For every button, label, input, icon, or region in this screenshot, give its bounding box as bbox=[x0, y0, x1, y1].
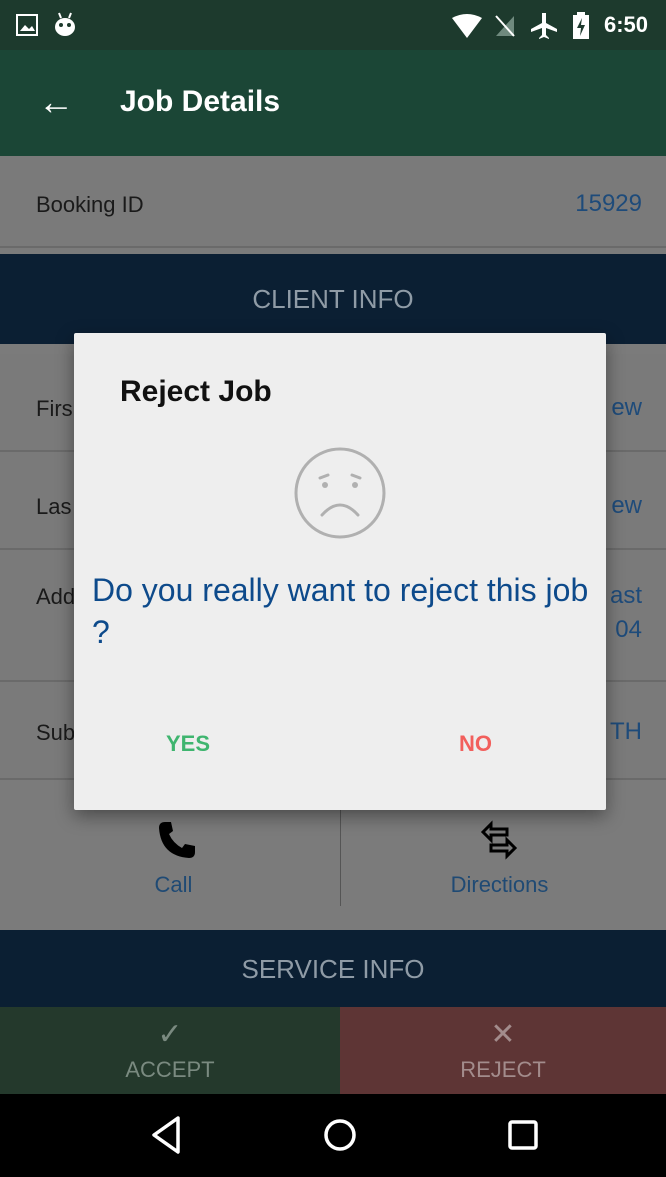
client-info-header: CLIENT INFO bbox=[0, 254, 666, 344]
accept-button[interactable]: ✓ ACCEPT bbox=[0, 1007, 340, 1094]
no-sim-icon bbox=[495, 15, 515, 37]
client-row-label: Sub bbox=[36, 720, 76, 745]
page-title: Job Details bbox=[120, 85, 281, 118]
booking-id-row: Booking ID 15929 bbox=[0, 156, 666, 248]
client-row-label: Firs bbox=[36, 396, 73, 421]
booking-id-label: Booking ID bbox=[36, 192, 144, 217]
recents-nav-icon[interactable] bbox=[498, 1110, 548, 1160]
client-row-value: TH bbox=[610, 718, 642, 745]
booking-id-value: 15929 bbox=[575, 190, 642, 217]
actions-divider bbox=[340, 808, 341, 906]
battery-charging-icon bbox=[573, 12, 589, 39]
wifi-icon bbox=[452, 14, 482, 38]
app-bar: ← Job Details bbox=[0, 50, 666, 156]
client-row-label: Las bbox=[36, 494, 72, 519]
checkmark-icon: ✓ bbox=[157, 1018, 183, 1051]
directions-label: Directions bbox=[450, 872, 549, 897]
client-row-value: ew bbox=[611, 394, 642, 421]
client-row-value-line1: ast bbox=[609, 582, 642, 609]
status-bar: 6:50 bbox=[0, 0, 666, 50]
android-icon bbox=[55, 12, 75, 36]
back-nav-icon[interactable] bbox=[142, 1110, 192, 1160]
job-action-bar: ✓ ACCEPT ✕ REJECT bbox=[0, 1007, 666, 1094]
dialog-message: Do you really want to reject this job ? bbox=[92, 572, 589, 650]
reject-label: REJECT bbox=[460, 1057, 546, 1082]
client-row-value: ew bbox=[611, 492, 642, 519]
directions-icon bbox=[480, 820, 518, 860]
x-icon: ✕ bbox=[490, 1018, 516, 1051]
dialog-yes-button[interactable]: YES bbox=[166, 731, 210, 757]
client-row-label: Add bbox=[36, 584, 76, 609]
airplane-icon bbox=[531, 13, 557, 39]
accept-label: ACCEPT bbox=[125, 1057, 215, 1082]
dialog-no-button[interactable]: NO bbox=[459, 731, 492, 757]
phone-icon bbox=[159, 822, 195, 858]
status-time: 6:50 bbox=[604, 12, 649, 37]
dialog-title: Reject Job bbox=[120, 375, 272, 408]
service-info-header: SERVICE INFO bbox=[0, 930, 666, 1008]
call-label: Call bbox=[154, 872, 193, 897]
back-arrow-icon[interactable]: ← bbox=[38, 80, 74, 124]
system-nav-bar bbox=[0, 1094, 666, 1177]
sad-face-icon bbox=[294, 447, 386, 539]
image-icon bbox=[16, 14, 38, 36]
reject-button[interactable]: ✕ REJECT bbox=[340, 1007, 666, 1094]
client-row-value-line2: 04 bbox=[615, 616, 642, 643]
home-nav-icon[interactable] bbox=[315, 1110, 365, 1160]
reject-job-dialog: Reject Job Do you really want to reject … bbox=[74, 333, 606, 810]
